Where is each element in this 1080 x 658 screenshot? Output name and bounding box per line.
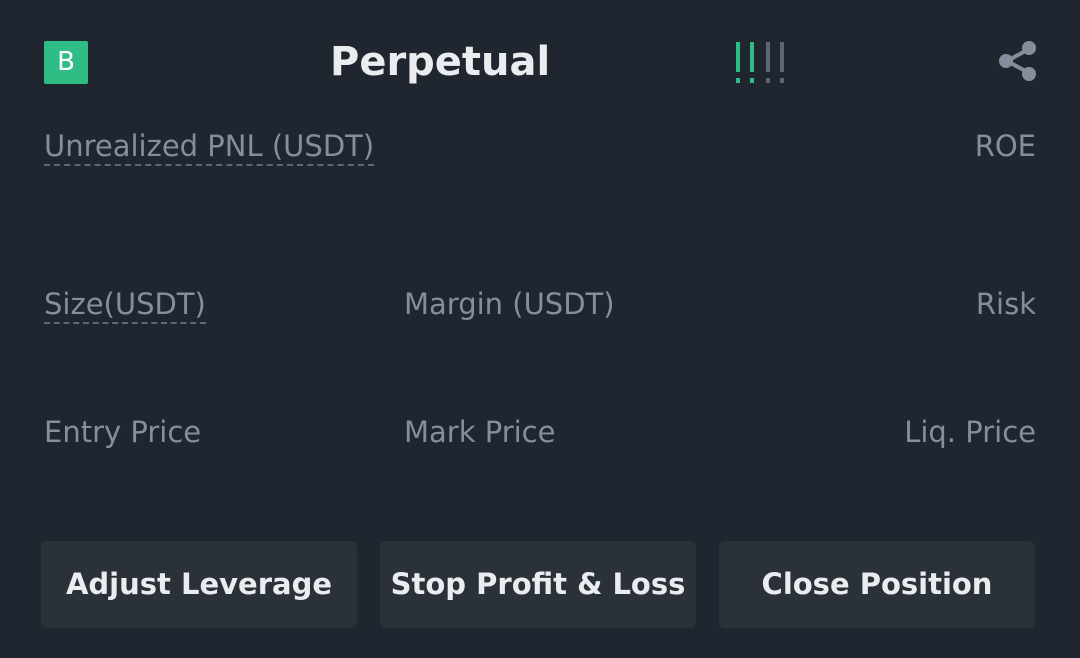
side-badge: B: [44, 41, 88, 84]
share-icon[interactable]: [996, 39, 1040, 83]
position-card: B Perpetual Unrealized PNL (USDT) ROE Si…: [0, 0, 1080, 658]
unrealized-pnl-label-wrap[interactable]: Unrealized PNL (USDT): [44, 127, 375, 166]
risk-level-bars-icon: [736, 42, 784, 83]
risk-label: Risk: [975, 287, 1036, 321]
roe-label: ROE: [974, 129, 1036, 163]
unrealized-pnl-label[interactable]: Unrealized PNL (USDT): [44, 129, 375, 166]
stop-profit-loss-button[interactable]: Stop Profit & Loss: [380, 541, 696, 628]
margin-label: Margin (USDT): [404, 287, 615, 321]
entry-price-label: Entry Price: [44, 415, 202, 449]
adjust-leverage-button[interactable]: Adjust Leverage: [41, 541, 357, 628]
size-label[interactable]: Size(USDT): [44, 287, 206, 324]
close-position-button[interactable]: Close Position: [719, 541, 1035, 628]
liq-price-label: Liq. Price: [904, 415, 1036, 449]
contract-type-title: Perpetual: [330, 39, 551, 85]
size-label-wrap[interactable]: Size(USDT): [44, 285, 206, 324]
mark-price-label: Mark Price: [404, 415, 556, 449]
